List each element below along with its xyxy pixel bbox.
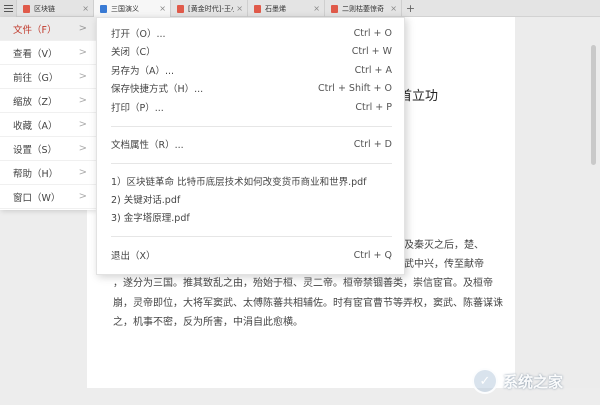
tab-label: [黄金时代]-王小波 bbox=[188, 4, 234, 13]
chevron-right-icon: > bbox=[78, 191, 87, 202]
menu-item-view[interactable]: 查看（V） > bbox=[0, 41, 96, 65]
tab-label: 石墨烯 bbox=[265, 4, 286, 13]
menu-item-label: 窗口（W） bbox=[13, 192, 61, 204]
tab-label: 三国演义 bbox=[111, 4, 139, 13]
chevron-right-icon: > bbox=[78, 47, 87, 58]
menu-item-label: 帮助（H） bbox=[13, 168, 59, 180]
shortcut-label: Ctrl + A bbox=[354, 64, 392, 76]
close-icon[interactable]: × bbox=[159, 4, 166, 13]
doc-file-icon bbox=[100, 4, 107, 13]
close-icon[interactable]: × bbox=[390, 4, 397, 13]
tab-three-kingdoms[interactable]: 三国演义 × bbox=[94, 0, 171, 17]
shortcut-label: Ctrl + Q bbox=[353, 249, 392, 261]
page-margin bbox=[515, 17, 600, 388]
submenu-label: 文档属性（R）... bbox=[111, 140, 184, 151]
tab-bar: 区块链 × 三国演义 × [黄金时代]-王小波 × 石墨烯 × 二则枯萎惊奇 ×… bbox=[0, 0, 600, 17]
submenu-label: 打开（O）... bbox=[111, 29, 166, 40]
main-menu: 文件（F） > 查看（V） > 前往（G） > 缩放（Z） > 收藏（A） > … bbox=[0, 17, 96, 210]
close-icon[interactable]: × bbox=[313, 4, 320, 13]
recent-file-label: 2) 关键对话.pdf bbox=[111, 195, 181, 206]
submenu-print[interactable]: 打印（P）... Ctrl + P bbox=[111, 98, 392, 116]
chevron-right-icon: > bbox=[78, 23, 87, 34]
pdf-file-icon bbox=[23, 4, 30, 13]
chevron-right-icon: > bbox=[78, 143, 87, 154]
menu-item-favorites[interactable]: 收藏（A） > bbox=[0, 113, 96, 137]
menu-divider bbox=[111, 163, 392, 164]
menu-item-label: 前往（G） bbox=[13, 72, 59, 84]
watermark-text: 系统之家 bbox=[503, 372, 564, 391]
menu-item-label: 设置（S） bbox=[13, 144, 58, 156]
recent-file-item[interactable]: 1）区块链革命 比特币底层技术如何改变货币商业和世界.pdf bbox=[111, 172, 392, 190]
submenu-label: 关闭（C） bbox=[111, 47, 156, 58]
submenu-label: 退出（X） bbox=[111, 251, 156, 262]
tab-fifth[interactable]: 二则枯萎惊奇 × bbox=[325, 0, 402, 17]
menu-item-label: 文件（F） bbox=[13, 24, 57, 36]
menu-item-zoom[interactable]: 缩放（Z） > bbox=[0, 89, 96, 113]
submenu-label: 保存快捷方式（H）... bbox=[111, 84, 204, 95]
chevron-right-icon: > bbox=[78, 95, 87, 106]
file-submenu: 打开（O）... Ctrl + O 关闭（C） Ctrl + W 另存为（A）.… bbox=[96, 17, 405, 275]
watermark-logo-icon: ✓ bbox=[472, 368, 498, 394]
tab-golden-age[interactable]: [黄金时代]-王小波 × bbox=[171, 0, 248, 17]
tab-label: 二则枯萎惊奇 bbox=[342, 4, 384, 13]
menu-divider bbox=[111, 236, 392, 237]
recent-file-label: 3) 金字塔原理.pdf bbox=[111, 213, 190, 224]
menu-item-file[interactable]: 文件（F） > bbox=[0, 17, 96, 41]
submenu-exit[interactable]: 退出（X） Ctrl + Q bbox=[111, 246, 392, 264]
menu-item-label: 缩放（Z） bbox=[13, 96, 58, 108]
menu-divider bbox=[111, 126, 392, 127]
submenu-close[interactable]: 关闭（C） Ctrl + W bbox=[111, 42, 392, 60]
shortcut-label: Ctrl + P bbox=[355, 101, 392, 113]
menu-item-go[interactable]: 前往（G） > bbox=[0, 65, 96, 89]
menu-item-label: 收藏（A） bbox=[13, 120, 58, 132]
chevron-right-icon: > bbox=[78, 71, 87, 82]
tab-label: 区块链 bbox=[34, 4, 55, 13]
submenu-properties[interactable]: 文档属性（R）... Ctrl + D bbox=[111, 135, 392, 153]
hamburger-menu-icon[interactable] bbox=[0, 0, 17, 17]
tab-graphene[interactable]: 石墨烯 × bbox=[248, 0, 325, 17]
paragraph-body: ，遂分为三国。推其致乱之由，殆始于桓、灵二帝。桓帝禁锢善类，崇信宦官。及桓帝崩，… bbox=[113, 278, 503, 328]
watermark: ✓ 系统之家 bbox=[472, 362, 596, 400]
pdf-file-icon bbox=[254, 4, 261, 13]
menu-item-settings[interactable]: 设置（S） > bbox=[0, 137, 96, 161]
shortcut-label: Ctrl + Shift + O bbox=[318, 82, 392, 94]
submenu-label: 另存为（A）... bbox=[111, 66, 175, 77]
recent-file-item[interactable]: 2) 关键对话.pdf bbox=[111, 190, 392, 208]
close-icon[interactable]: × bbox=[82, 4, 89, 13]
pdf-file-icon bbox=[177, 4, 184, 13]
shortcut-label: Ctrl + W bbox=[351, 45, 392, 57]
submenu-save-as[interactable]: 另存为（A）... Ctrl + A bbox=[111, 61, 392, 79]
submenu-open[interactable]: 打开（O）... Ctrl + O bbox=[111, 24, 392, 42]
shortcut-label: Ctrl + O bbox=[353, 27, 392, 39]
submenu-label: 打印（P）... bbox=[111, 103, 164, 114]
chevron-right-icon: > bbox=[78, 167, 87, 178]
menu-item-help[interactable]: 帮助（H） > bbox=[0, 161, 96, 185]
chevron-right-icon: > bbox=[78, 119, 87, 130]
new-tab-button[interactable]: + bbox=[402, 0, 419, 16]
menu-item-window[interactable]: 窗口（W） > bbox=[0, 185, 96, 209]
recent-file-label: 1）区块链革命 比特币底层技术如何改变货币商业和世界.pdf bbox=[111, 177, 367, 188]
recent-file-item[interactable]: 3) 金字塔原理.pdf bbox=[111, 208, 392, 226]
shortcut-label: Ctrl + D bbox=[353, 138, 392, 150]
close-icon[interactable]: × bbox=[236, 4, 243, 13]
pdf-file-icon bbox=[331, 4, 338, 13]
scrollbar-thumb[interactable] bbox=[591, 45, 596, 165]
submenu-save-shortcut[interactable]: 保存快捷方式（H）... Ctrl + Shift + O bbox=[111, 79, 392, 97]
menu-item-label: 查看（V） bbox=[13, 48, 58, 60]
tab-blockchain[interactable]: 区块链 × bbox=[17, 0, 94, 17]
